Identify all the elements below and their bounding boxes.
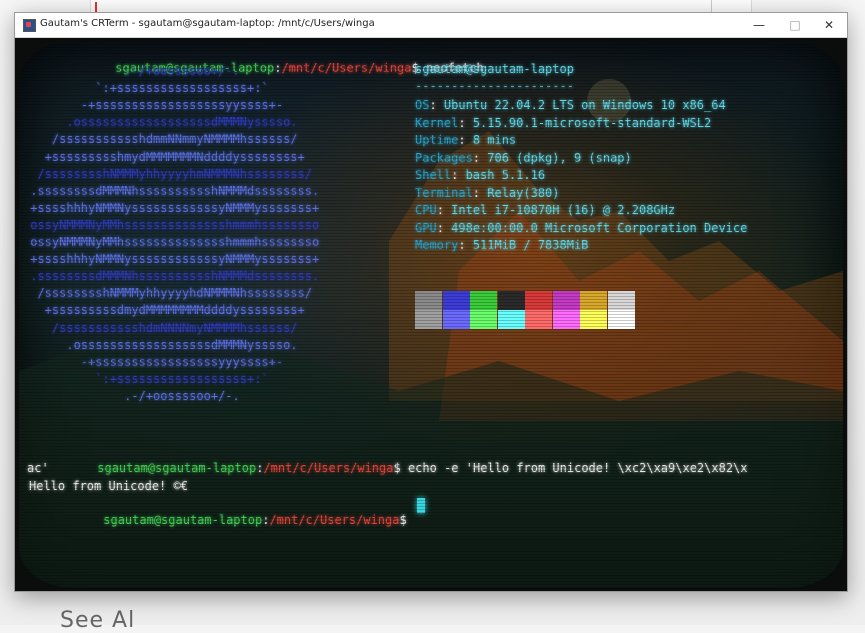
ascii-logo-line: `:+ssssssssssssssssss+:` bbox=[23, 81, 269, 96]
ascii-logo-line: .ssssssssdMMMNhsssssssssshNMMMdssssssss. bbox=[23, 183, 320, 198]
palette-swatch bbox=[580, 310, 607, 329]
info-row: Shell: bash 5.1.16 bbox=[415, 168, 546, 182]
ascii-logo-line: `:+ssssssssssssssssss+:` bbox=[23, 371, 269, 386]
palette-swatch bbox=[470, 291, 497, 310]
info-row: Packages: 706 (dpkg), 9 (snap) bbox=[415, 150, 632, 165]
text-cursor[interactable] bbox=[417, 498, 425, 513]
info-value: Ubuntu 22.04.2 LTS on Windows 10 x86_64 bbox=[443, 98, 726, 112]
app-icon bbox=[23, 19, 36, 32]
info-value: Relay(380) bbox=[487, 185, 560, 200]
info-row: Terminal: Relay(380) bbox=[415, 185, 560, 200]
palette-swatch bbox=[552, 291, 580, 310]
info-row: OS: Ubuntu 22.04.2 LTS on Windows 10 x86… bbox=[415, 98, 726, 112]
info-key: Shell bbox=[415, 168, 452, 182]
ascii-logo-line: +ssssssssshmydMMMMMMMNddddyssssssss+ bbox=[23, 149, 305, 164]
info-key: Uptime bbox=[415, 133, 459, 147]
palette-swatch bbox=[415, 310, 442, 329]
ascii-logo-line: +sssshhhyNMMNyssssssssssssyNMMMysssssss+ bbox=[23, 252, 320, 267]
info-value: Intel i7-10870H (16) @ 2.208GHz bbox=[451, 203, 676, 217]
info-row: Memory: 511MiB / 7838MiB bbox=[415, 238, 589, 252]
ascii-logo-line: +sssshhhyNMMNyssssssssssssyNMMMysssssss+ bbox=[23, 200, 320, 215]
prompt-path: /mnt/c/Users/winga bbox=[269, 513, 400, 527]
prompt-user-host: sgautam@sgautam-laptop bbox=[97, 461, 257, 475]
info-key: Memory bbox=[415, 238, 459, 252]
ascii-logo-line: .ossssssssssssssssssdMMMNysssso. bbox=[23, 337, 298, 352]
neofetch-separator: ---------------------- bbox=[415, 79, 574, 93]
info-key: Kernel bbox=[415, 115, 459, 130]
ascii-logo-line: -+ssssssssssssssssssyyssss+- bbox=[23, 98, 284, 113]
ascii-logo-line: +sssssssssdmydMMMMMMMMddddyssssssss+ bbox=[23, 303, 305, 318]
ascii-logo-line: /ssssssssssshdmmNNmmyNMMMMhssssss/ bbox=[23, 132, 298, 147]
prompt-symbol: $ bbox=[399, 513, 407, 527]
window-title: Gautam's CRTerm - sgautam@sgautam-laptop… bbox=[40, 18, 375, 29]
ascii-logo-line: .-/+oossssoo+/-. bbox=[23, 64, 240, 78]
info-key: GPU bbox=[415, 220, 437, 235]
palette-swatch bbox=[580, 291, 607, 310]
info-value: 511MiB / 7838MiB bbox=[472, 238, 589, 252]
info-row: GPU: 498e:00:00.0 Microsoft Corporation … bbox=[415, 220, 748, 235]
palette-swatch bbox=[607, 291, 635, 310]
background-app-text: See Al bbox=[60, 608, 136, 633]
info-key: OS bbox=[415, 98, 430, 112]
palette-swatch bbox=[525, 310, 552, 329]
info-key: CPU bbox=[415, 203, 437, 217]
palette-swatch bbox=[607, 310, 635, 329]
info-value: 5.15.90.1-microsoft-standard-WSL2 bbox=[472, 115, 712, 130]
palette-swatch bbox=[442, 291, 470, 310]
close-button[interactable]: ✕ bbox=[811, 13, 847, 37]
info-value: 706 (dpkg), 9 (snap) bbox=[487, 150, 632, 165]
ascii-logo-line: ossyNMMMNyMMhsssssssssssssshmmmhssssssso bbox=[23, 235, 320, 249]
title-bar[interactable]: Gautam's CRTerm - sgautam@sgautam-laptop… bbox=[15, 13, 847, 38]
palette-swatch bbox=[497, 291, 525, 310]
ascii-logo-line: .ssssssssdMMMNhsssssssssshNMMMdssssssss. bbox=[23, 269, 320, 284]
info-value: 8 mins bbox=[472, 133, 517, 147]
terminal-text-area[interactable]: sgautam@sgautam-laptop:/mnt/c/Users/wing… bbox=[19, 41, 843, 588]
ascii-logo-line: .-/+oossssoo+/-. bbox=[23, 388, 240, 403]
palette-swatch bbox=[497, 310, 525, 329]
info-key: Terminal bbox=[415, 185, 473, 200]
command-text: echo -e 'Hello from Unicode! \xc2\xa9\xe… bbox=[400, 461, 748, 475]
ascii-logo-line: -+sssssssssssssssssyyyssss+- bbox=[23, 354, 284, 369]
info-key: Packages bbox=[415, 150, 473, 165]
maximize-button[interactable]: □ bbox=[777, 13, 813, 37]
palette-swatch bbox=[525, 291, 552, 310]
prompt-line: sgautam@sgautam-laptop:/mnt/c/Users/wing… bbox=[97, 461, 748, 475]
prompt-line: sgautam@sgautam-laptop:/mnt/c/Users/wing… bbox=[115, 61, 484, 75]
ascii-logo-line: /ssssssssssshdmNNNNmyNMMMMhssssss/ bbox=[23, 320, 298, 335]
neofetch-header: sgautam@sgautam-laptop bbox=[415, 62, 574, 76]
palette-swatch bbox=[552, 310, 580, 329]
palette-swatch bbox=[470, 310, 497, 329]
prompt-path: /mnt/c/Users/winga bbox=[263, 461, 394, 475]
prompt-line: sgautam@sgautam-laptop:/mnt/c/Users/wing… bbox=[31, 496, 414, 527]
prompt-user-host: sgautam@sgautam-laptop bbox=[103, 513, 263, 527]
palette-swatch bbox=[442, 310, 470, 329]
terminal-window[interactable]: Gautam's CRTerm - sgautam@sgautam-laptop… bbox=[14, 12, 848, 592]
info-row: Uptime: 8 mins bbox=[415, 133, 517, 147]
info-value: bash 5.1.16 bbox=[465, 168, 546, 182]
ascii-logo-line: /sssssssshNMMMyhhyyyyhdNMMMNhssssssss/ bbox=[23, 286, 312, 301]
ascii-logo-line: .ossssssssssssssssssdMMMNysssso. bbox=[23, 115, 298, 130]
info-row: CPU: Intel i7-10870H (16) @ 2.208GHz bbox=[415, 203, 676, 217]
prompt-path: /mnt/c/Users/winga bbox=[281, 61, 412, 75]
color-palette bbox=[415, 291, 637, 329]
terminal-screen[interactable]: sgautam@sgautam-laptop:/mnt/c/Users/wing… bbox=[15, 38, 847, 591]
crt-display[interactable]: sgautam@sgautam-laptop:/mnt/c/Users/wing… bbox=[19, 41, 843, 588]
info-value: 498e:00:00.0 Microsoft Corporation Devic… bbox=[451, 220, 748, 235]
prompt-symbol: $ bbox=[393, 461, 401, 475]
command-output: Hello from Unicode! ©€ bbox=[29, 479, 188, 493]
command-continuation: ac' bbox=[27, 461, 49, 475]
palette-swatch bbox=[415, 291, 442, 310]
info-row: Kernel: 5.15.90.1-microsoft-standard-WSL… bbox=[415, 115, 712, 130]
ascii-logo-line: /sssssssshNMMMyhhyyyyhmNMMMNhssssssss/ bbox=[23, 166, 312, 181]
command-text bbox=[407, 513, 414, 527]
minimize-button[interactable]: — bbox=[741, 13, 777, 37]
ascii-logo-line: ossyNMMMNyMMhsssssssssssssshmmmhssssssso bbox=[23, 217, 320, 232]
